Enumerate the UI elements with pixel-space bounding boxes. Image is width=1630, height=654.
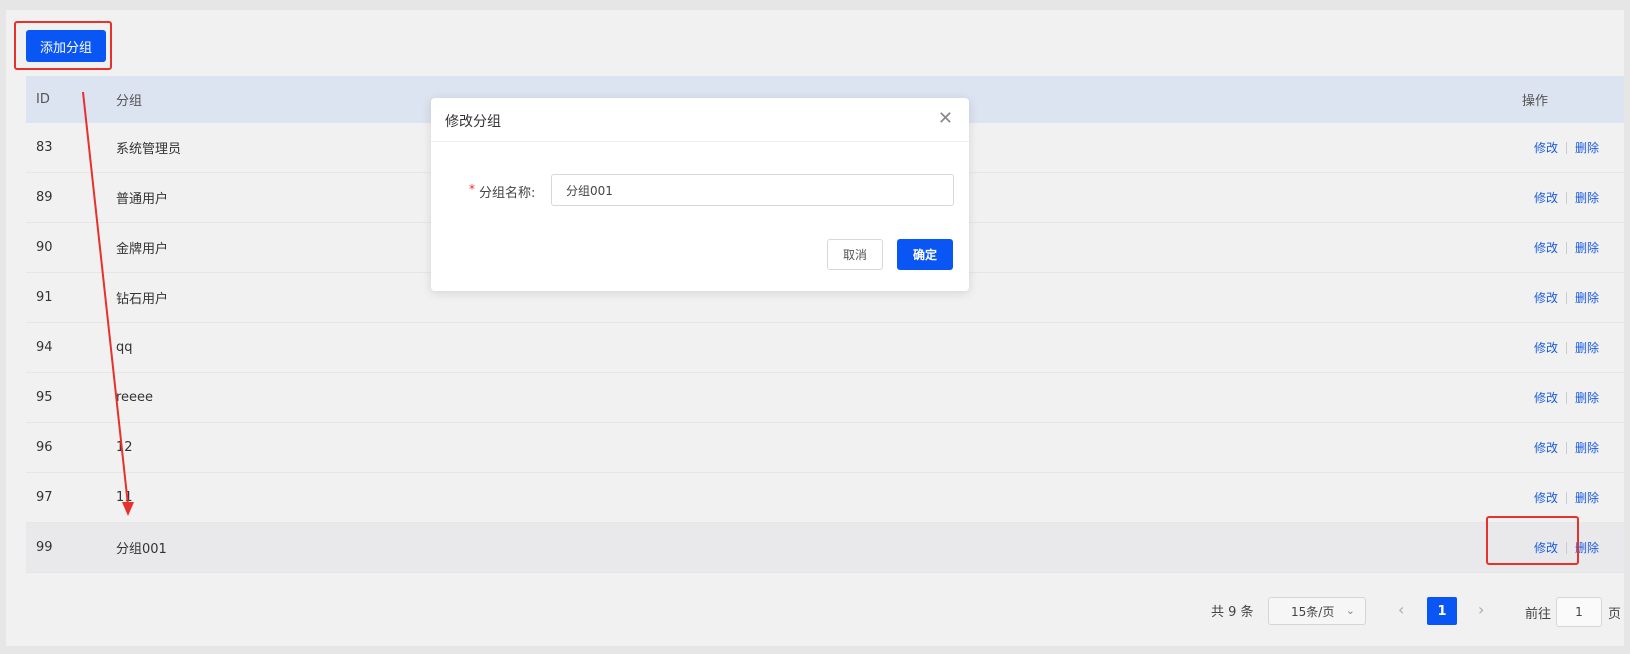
page-size-value: 15条/页 (1291, 604, 1335, 619)
delete-link[interactable]: 删除 (1575, 189, 1599, 206)
chevron-down-icon: ⌄ (1345, 604, 1355, 617)
row-name: 系统管理员 (116, 142, 182, 157)
action-divider (1566, 391, 1568, 404)
delete-link[interactable]: 删除 (1575, 239, 1599, 256)
action-divider (1566, 191, 1568, 204)
row-name: 分组001 (116, 542, 167, 557)
delete-link[interactable]: 删除 (1575, 139, 1599, 156)
header-ops: 操作 (1522, 94, 1549, 109)
table-row: 99 分组001 修改 删除 (26, 523, 1624, 573)
action-divider (1566, 491, 1568, 504)
delete-link[interactable]: 删除 (1575, 289, 1599, 306)
row-actions: 修改 删除 (1534, 439, 1599, 456)
confirm-button[interactable]: 确定 (897, 239, 953, 270)
action-divider (1566, 341, 1568, 354)
row-id: 99 (36, 540, 53, 555)
dialog-header: 修改分组 ✕ (431, 98, 969, 142)
table-row: 96 12 修改 删除 (26, 423, 1624, 473)
row-name: qq (116, 340, 133, 355)
table-row: 95 reeee 修改 删除 (26, 373, 1624, 423)
group-name-label: 分组名称: (479, 186, 536, 201)
row-id: 97 (36, 490, 53, 505)
row-name: 11 (116, 490, 133, 505)
highlight-add-button (14, 21, 112, 70)
delete-link[interactable]: 删除 (1575, 339, 1599, 356)
edit-link[interactable]: 修改 (1534, 339, 1558, 356)
cancel-button[interactable]: 取消 (827, 239, 883, 270)
row-actions: 修改 删除 (1534, 289, 1599, 306)
delete-link[interactable]: 删除 (1575, 439, 1599, 456)
delete-link[interactable]: 删除 (1575, 489, 1599, 506)
row-id: 96 (36, 440, 53, 455)
edit-link[interactable]: 修改 (1534, 189, 1558, 206)
edit-link[interactable]: 修改 (1534, 289, 1558, 306)
page-button-1[interactable]: 1 (1427, 597, 1457, 625)
close-icon[interactable]: ✕ (938, 108, 953, 129)
action-divider (1566, 241, 1568, 254)
group-name-input[interactable] (551, 174, 954, 206)
total-count: 共 9 条 (1211, 605, 1254, 620)
row-name: reeee (116, 390, 154, 405)
edit-link[interactable]: 修改 (1534, 239, 1558, 256)
row-id: 95 (36, 390, 53, 405)
header-id: ID (36, 92, 50, 107)
row-name: 12 (116, 440, 133, 455)
dialog-title: 修改分组 (445, 114, 501, 130)
edit-link[interactable]: 修改 (1534, 439, 1558, 456)
row-actions: 修改 删除 (1534, 489, 1599, 506)
row-name: 普通用户 (116, 192, 169, 207)
row-actions: 修改 删除 (1534, 389, 1599, 406)
row-actions: 修改 删除 (1534, 339, 1599, 356)
table-row: 97 11 修改 删除 (26, 473, 1624, 523)
row-id: 89 (36, 190, 53, 205)
table-row: 94 qq 修改 删除 (26, 323, 1624, 373)
edit-link[interactable]: 修改 (1534, 389, 1558, 406)
action-divider (1566, 141, 1568, 154)
delete-link[interactable]: 删除 (1575, 389, 1599, 406)
row-actions: 修改 删除 (1534, 139, 1599, 156)
goto-label: 前往 (1525, 607, 1552, 622)
row-name: 钻石用户 (116, 292, 169, 307)
row-id: 90 (36, 240, 53, 255)
chevron-right-icon[interactable]: › (1478, 600, 1484, 619)
goto-suffix: 页 (1608, 607, 1622, 622)
action-divider (1566, 441, 1568, 454)
row-id: 94 (36, 340, 53, 355)
required-mark: * (469, 182, 475, 196)
action-divider (1566, 291, 1568, 304)
row-actions: 修改 删除 (1534, 189, 1599, 206)
row-actions: 修改 删除 (1534, 239, 1599, 256)
header-name: 分组 (116, 94, 143, 109)
goto-page-input[interactable] (1556, 597, 1602, 627)
page-size-select[interactable]: 15条/页 ⌄ (1268, 597, 1366, 625)
edit-link[interactable]: 修改 (1534, 139, 1558, 156)
row-name: 金牌用户 (116, 242, 169, 257)
highlight-row-actions (1486, 516, 1579, 565)
edit-group-dialog: 修改分组 ✕ * 分组名称: 取消 确定 (431, 98, 969, 291)
row-id: 83 (36, 140, 53, 155)
chevron-left-icon[interactable]: ‹ (1398, 600, 1404, 619)
row-id: 91 (36, 290, 53, 305)
edit-link[interactable]: 修改 (1534, 489, 1558, 506)
